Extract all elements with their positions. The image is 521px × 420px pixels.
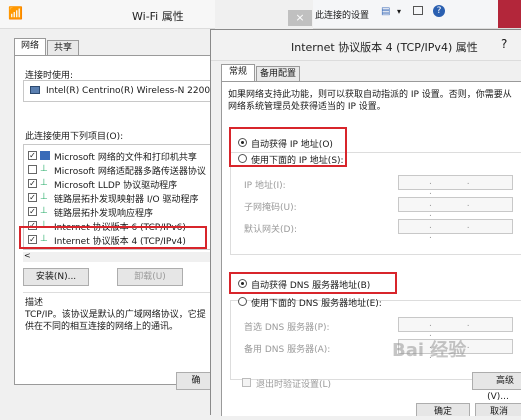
wifi-close-button[interactable]: × [288,10,312,26]
dns-manual-radio[interactable] [238,297,247,306]
network-client-icon [40,151,50,160]
description-title: 描述 [25,298,44,308]
adapter-box: Intel(R) Centrino(R) Wireless-N 2200 [23,80,215,102]
item-label: Microsoft LLDP 协议驱动程序 [54,181,178,191]
item-label: 链路层拓扑发现响应程序 [54,209,154,219]
dns-auto-label[interactable]: 自动获得 DNS 服务器地址(B) [251,278,370,291]
help-icon[interactable]: ? [433,5,445,17]
ipv4-ok-button[interactable]: 确定 [416,403,470,417]
dns-manual-label[interactable]: 使用下面的 DNS 服务器地址(E): [251,296,382,309]
wifi-network-panel: 连接时使用: Intel(R) Centrino(R) Wireless-N 2… [14,55,215,385]
ipv4-general-panel: 如果网络支持此功能，则可以获取自动指派的 IP 设置。否则，你需要从网络系统管理… [221,81,521,416]
advanced-button[interactable]: 高级(V)... [472,372,521,402]
ip-auto-label[interactable]: 自动获得 IP 地址(O) [251,137,333,150]
network-connections-toolbar: 此连接的设置 ▤ ▾ ? [313,0,521,29]
item-checkbox[interactable]: ✓ [28,193,37,202]
item-checkbox[interactable]: ✓ [28,207,37,216]
ip-manual-radio[interactable] [238,154,247,163]
uninstall-button[interactable]: 卸载(U) [117,268,183,286]
tab-alternate-config[interactable]: 备用配置 [256,66,300,81]
wifi-icon: 📶 [8,6,23,20]
ipv4-cancel-button[interactable]: 取消 [475,403,521,417]
ipv4-dialog-title: Internet 协议版本 4 (TCP/IPv4) 属性 [291,41,478,54]
wifi-dialog-titlebar: 📶 Wi-Fi 属性 [0,0,215,29]
item-checkbox[interactable]: ✓ [28,179,37,188]
tab-general[interactable]: 常规 [221,64,255,81]
tab-sharing[interactable]: 共享 [47,40,79,55]
wifi-properties-dialog: 📶 Wi-Fi 属性 网络 共享 连接时使用: Intel(R) Centrin… [0,0,215,415]
window-icon[interactable] [413,6,423,15]
subnet-mask-label: 子网掩码(U): [244,203,297,213]
adapter-icon [30,86,40,94]
item-label: 链路层拓扑发现映射器 I/O 驱动程序 [54,195,199,205]
alternate-dns-label: 备用 DNS 服务器(A): [244,345,331,355]
ipv4-dialog-titlebar: Internet 协议版本 4 (TCP/IPv4) 属性 ? [211,30,521,61]
ip-auto-radio[interactable] [238,138,247,147]
item-label: Microsoft 网络的文件和打印机共享 [54,153,197,163]
view-options-icon[interactable]: ▤ [381,6,390,17]
default-gateway-label: 默认网关(D): [244,225,297,235]
default-gateway-field[interactable]: . . . [398,219,513,241]
toolbar-text[interactable]: 此连接的设置 [315,8,369,21]
item-label: Microsoft 网络适配器多路传送器协议 [54,167,206,177]
install-button[interactable]: 安装(N)... [23,268,89,286]
protocol-icon: ⊥ [40,206,48,216]
list-scrollbar[interactable]: < [23,251,215,262]
validate-on-exit-checkbox[interactable] [242,378,251,387]
protocol-icon: ⊥ [40,192,48,202]
item-checkbox[interactable]: ✓ [28,151,37,160]
description-text: TCP/IP。该协议是默认的广域网络协议，它提供在不同的相互连接的网络上的通讯。 [25,310,206,332]
preferred-dns-field[interactable]: . . . [398,317,513,339]
close-icon: × [295,11,305,24]
intro-text: 如果网络支持此功能，则可以获取自动指派的 IP 设置。否则，你需要从网络系统管理… [228,90,512,112]
validate-on-exit-label[interactable]: 退出时验证设置(L) [256,377,331,390]
ip-address-label: IP 地址(I): [244,181,286,191]
window-edge [498,0,521,28]
protocol-icon: ⊥ [40,178,48,188]
dns-auto-radio[interactable] [238,279,247,288]
items-label: 此连接使用下列项目(O): [25,132,124,142]
item-checkbox[interactable] [28,165,37,174]
chevron-down-icon[interactable]: ▾ [397,7,401,16]
description-group: 描述 TCP/IP。该协议是默认的广域网络协议，它提供在不同的相互连接的网络上的… [23,292,215,373]
preferred-dns-label: 首选 DNS 服务器(P): [244,323,330,333]
scroll-left-icon[interactable]: < [24,251,31,260]
wifi-dialog-title: Wi-Fi 属性 [132,10,184,23]
ip-address-field[interactable]: . . . [398,175,513,197]
help-button[interactable]: ? [501,37,507,51]
ipv4-properties-dialog: Internet 协议版本 4 (TCP/IPv4) 属性 ? 常规 备用配置 … [210,29,521,417]
subnet-mask-field[interactable]: . . . [398,197,513,219]
ipv4-highlight-box [19,226,207,249]
adapter-name: Intel(R) Centrino(R) Wireless-N 2200 [46,86,211,96]
tab-network[interactable]: 网络 [14,38,46,55]
ip-manual-label[interactable]: 使用下面的 IP 地址(S): [251,153,344,166]
watermark: Bai 经验 [392,340,467,361]
protocol-icon: ⊥ [40,164,48,174]
